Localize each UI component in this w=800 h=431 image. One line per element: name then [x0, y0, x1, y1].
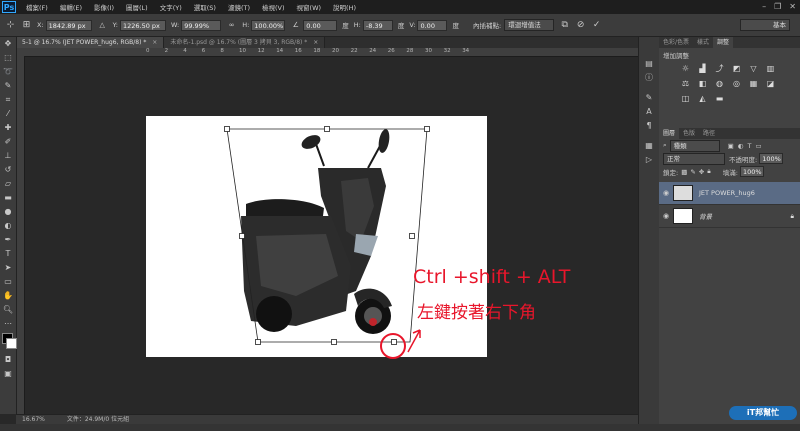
close-button[interactable]: ✕ — [789, 2, 796, 11]
invert-icon[interactable]: ◪ — [766, 79, 775, 88]
transform-handle[interactable] — [409, 233, 415, 239]
lock-transparent-icon[interactable]: ▩ — [681, 168, 687, 176]
kind-filter-row: ⌕ 種類 ▣ ◐ T ▭ — [659, 139, 800, 152]
vibrance-icon[interactable]: ▽ — [749, 64, 758, 73]
opacity-label: 不透明度: — [729, 155, 758, 164]
tab-color-swatches[interactable]: 色彩/色票 — [659, 37, 693, 48]
tab-channels[interactable]: 色版 — [679, 128, 699, 139]
highlight-circle — [380, 333, 406, 359]
filter-shape-icon[interactable]: ▭ — [755, 142, 761, 150]
blend-row: 正常 不透明度: 100% — [659, 152, 800, 165]
minimize-button[interactable]: – — [762, 2, 766, 11]
hue-saturation-icon[interactable]: ▥ — [766, 64, 775, 73]
transform-handle[interactable] — [324, 126, 330, 132]
tab-paths[interactable]: 路徑 — [699, 128, 719, 139]
lock-all-icon[interactable]: 🔒︎ — [707, 167, 710, 176]
paragraph-icon[interactable]: ¶ — [639, 119, 659, 133]
lock-position-icon[interactable]: ✥ — [699, 168, 704, 176]
panel-dock: ▤ ⓘ ✎ A ¶ ▦ ▷ — [638, 37, 660, 424]
history-icon[interactable]: ▤ — [639, 57, 659, 71]
actions-icon[interactable]: ▷ — [639, 153, 659, 167]
layer-thumbnail — [673, 185, 693, 201]
brush-preset-icon[interactable]: ✎ — [639, 91, 659, 105]
kind-select[interactable]: 種類 — [669, 139, 720, 152]
info-icon[interactable]: ⓘ — [639, 71, 659, 85]
gradient-map-icon[interactable]: ▬ — [715, 94, 724, 103]
layer-thumbnail — [673, 208, 693, 224]
adjustment-icons: ☼ ▟ ⤴ ◩ ▽ ▥ ⚖ ◧ ◍ ◎ ▦ ◪ ◫ ◭ ▬ — [659, 61, 787, 106]
brightness-contrast-icon[interactable]: ☼ — [681, 64, 690, 73]
restore-button[interactable]: ❐ — [774, 2, 781, 11]
opacity-field[interactable]: 100% — [759, 153, 784, 164]
transform-handle[interactable] — [424, 126, 430, 132]
document-info: 文件：24.9M/0 位元組 — [66, 416, 130, 423]
annotation-line-1: Ctrl +shift + ALT — [413, 266, 571, 288]
search-icon: ⌕ — [663, 141, 667, 149]
levels-icon[interactable]: ▟ — [698, 64, 707, 73]
tab-layers[interactable]: 圖層 — [659, 128, 680, 139]
lock-icon: 🔒︎ — [790, 211, 794, 220]
properties-icon[interactable]: ▦ — [639, 139, 659, 153]
lock-label: 鎖定: — [663, 168, 679, 177]
transform-handle[interactable] — [224, 126, 230, 132]
eye-icon[interactable]: ◉ — [659, 189, 673, 197]
color-balance-icon[interactable]: ⚖ — [681, 79, 690, 88]
filter-adjust-icon[interactable]: ◐ — [738, 142, 744, 150]
blend-mode-select[interactable]: 正常 — [663, 152, 725, 165]
curves-icon[interactable]: ⤴ — [715, 64, 724, 73]
lock-row: 鎖定: ▩ ✎ ✥ 🔒︎ 填滿: 100% — [659, 165, 800, 178]
eye-icon[interactable]: ◉ — [659, 212, 673, 220]
transform-handle[interactable] — [239, 233, 245, 239]
annotation-line-2: 左鍵按著右下角 — [417, 303, 536, 323]
adjustments-title: 增加調整 — [663, 51, 689, 60]
fill-field[interactable]: 100% — [739, 166, 764, 177]
black-white-icon[interactable]: ◧ — [698, 79, 707, 88]
adjustments-tabs: 色彩/色票 樣式 調整 — [659, 37, 800, 48]
transform-overlay — [224, 126, 430, 359]
transform-bounding-box — [226, 128, 428, 343]
tab-adjustments[interactable]: 調整 — [713, 37, 734, 48]
tab-styles[interactable]: 樣式 — [693, 37, 713, 48]
watermark-logo: iT邦幫忙 — [729, 406, 797, 420]
threshold-icon[interactable]: ◭ — [698, 94, 707, 103]
filter-type-icon[interactable]: T — [747, 142, 751, 150]
photo-filter-icon[interactable]: ◍ — [715, 79, 724, 88]
fill-label: 填滿: — [722, 168, 738, 177]
lock-paint-icon[interactable]: ✎ — [690, 168, 695, 176]
transform-handle[interactable] — [331, 339, 337, 345]
exposure-icon[interactable]: ◩ — [732, 64, 741, 73]
character-icon[interactable]: A — [639, 105, 659, 119]
transform-handle[interactable] — [391, 339, 397, 345]
layer-name: 背景 — [699, 213, 712, 221]
layers-tabs: 圖層 色版 路徑 — [659, 128, 800, 139]
transform-handle[interactable] — [255, 339, 261, 345]
layer-row-1[interactable]: ◉ JET POWER_hug6 — [659, 182, 800, 205]
layer-row-2[interactable]: ◉ 背景 🔒︎ — [659, 205, 800, 228]
posterize-icon[interactable]: ◫ — [681, 94, 690, 103]
right-panels: 色彩/色票 樣式 調整 增加調整 ☼ ▟ ⤴ ◩ ▽ ▥ ⚖ ◧ ◍ ◎ ▦ ◪… — [659, 37, 800, 424]
filter-pixel-icon[interactable]: ▣ — [728, 142, 734, 150]
color-lookup-icon[interactable]: ▦ — [749, 79, 758, 88]
bottom-strip — [0, 424, 800, 431]
zoom-level[interactable]: 16.67% — [22, 416, 45, 423]
layer-name: JET POWER_hug6 — [699, 189, 755, 197]
workspace-select[interactable]: 基本 — [740, 19, 790, 31]
channel-mixer-icon[interactable]: ◎ — [732, 79, 741, 88]
